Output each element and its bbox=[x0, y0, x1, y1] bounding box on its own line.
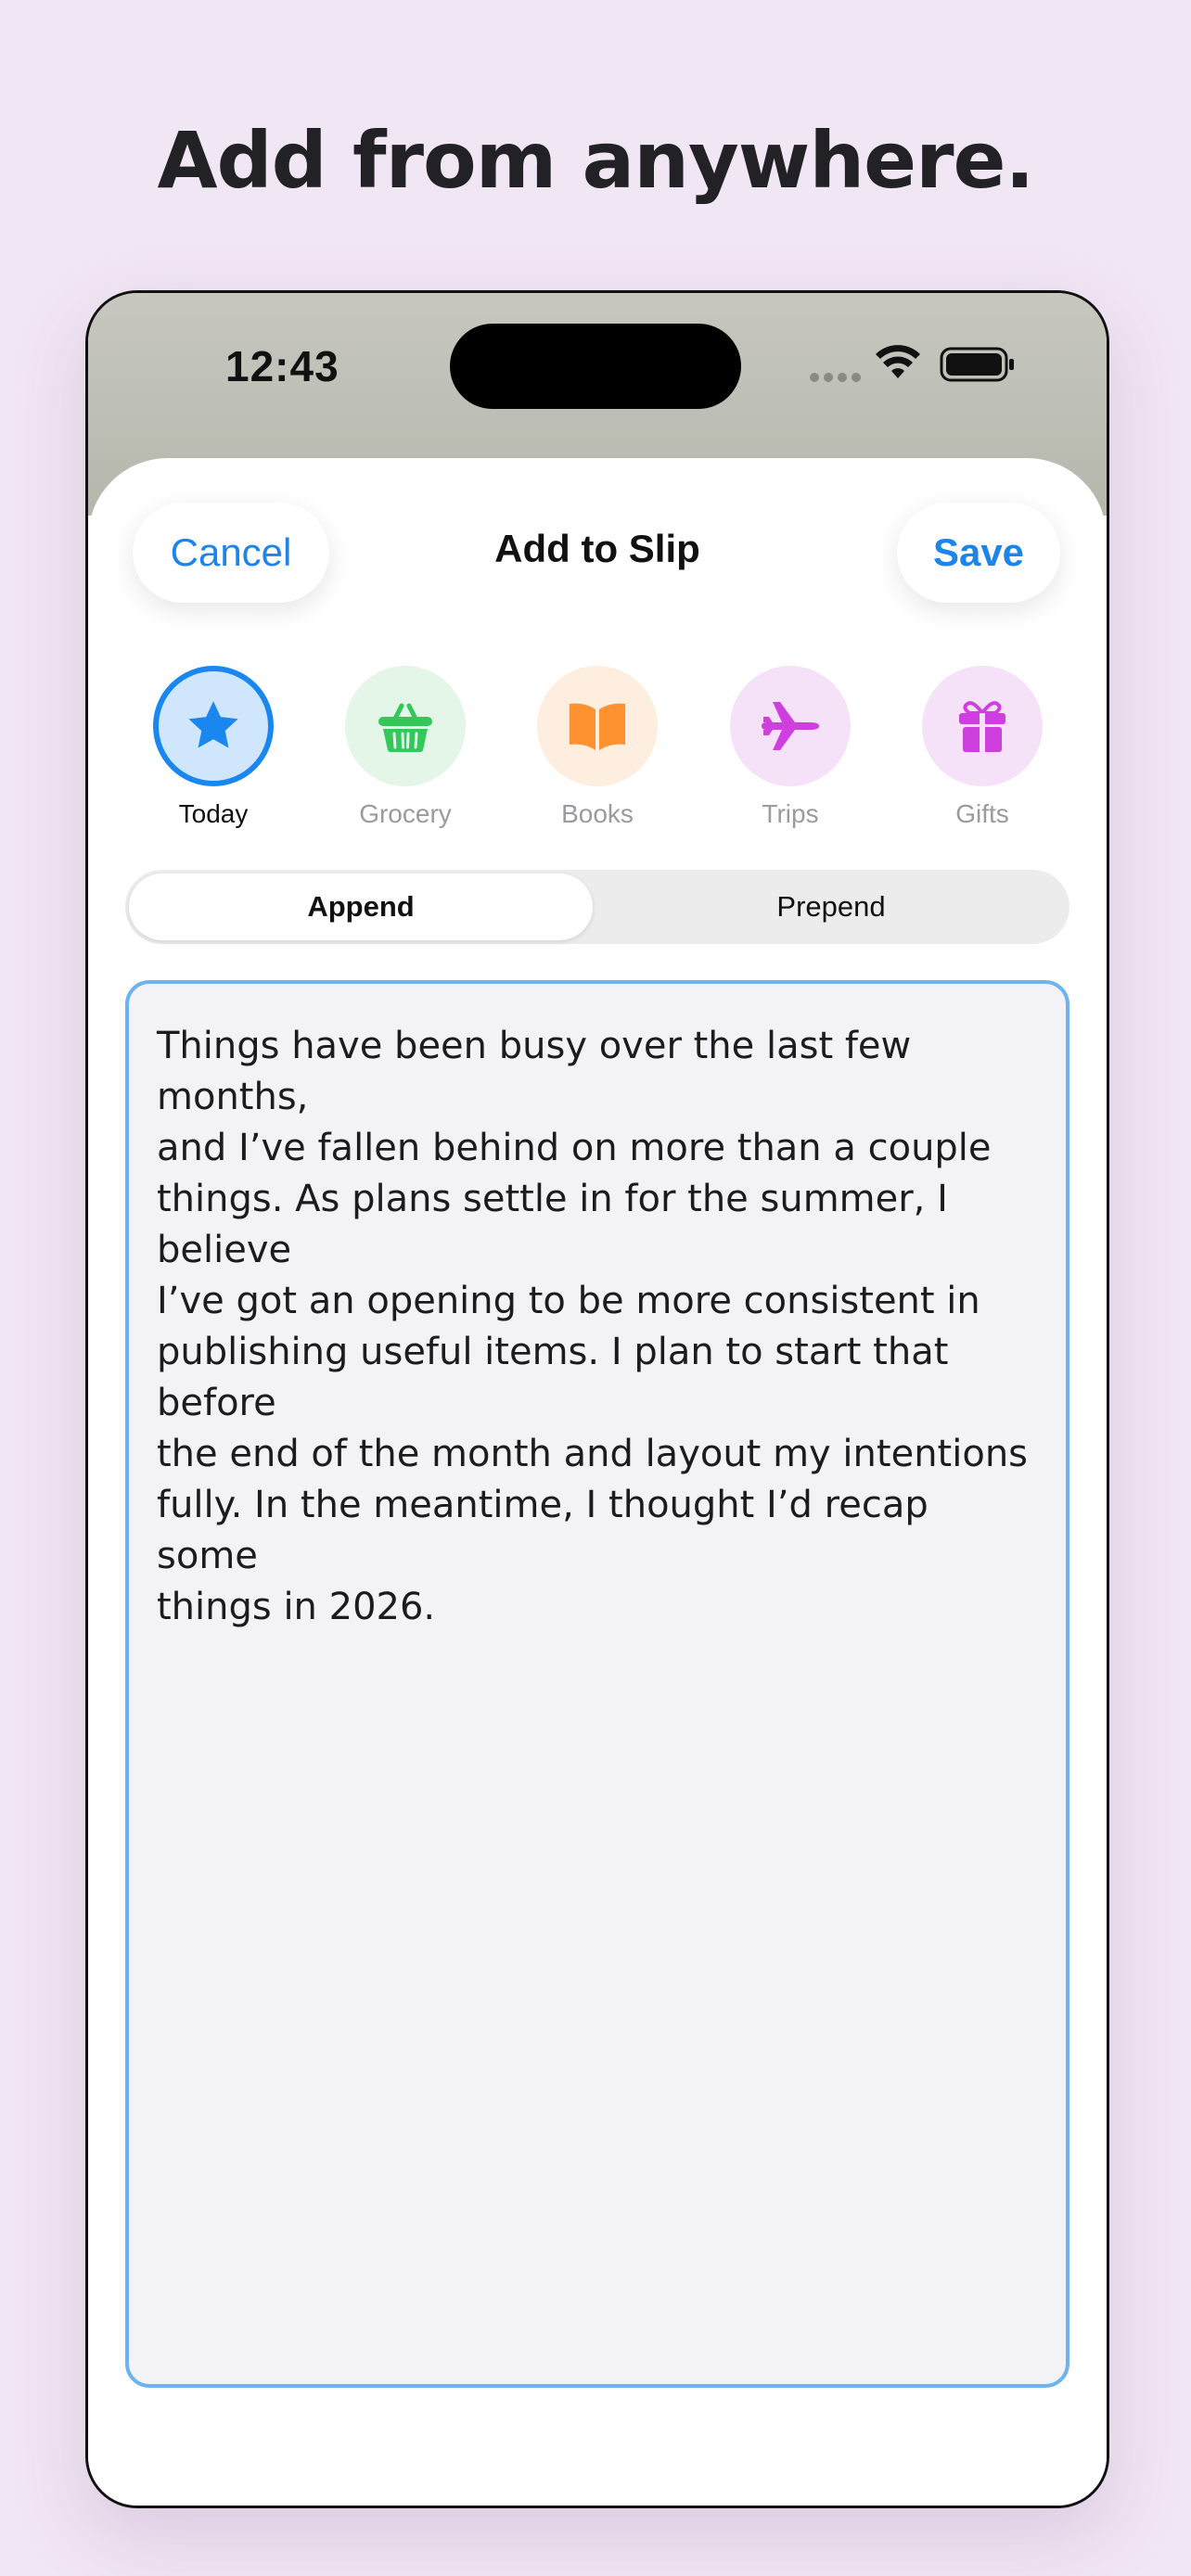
editor-line: publishing useful items. I plan to start… bbox=[157, 1331, 949, 1424]
star-icon bbox=[188, 701, 238, 748]
prepend-segment[interactable]: Prepend bbox=[596, 874, 1066, 940]
cellular-dots-icon bbox=[810, 373, 861, 382]
page-headline: Add from anywhere. bbox=[157, 115, 1035, 206]
gift-icon bbox=[959, 701, 1005, 752]
append-segment[interactable]: Append bbox=[129, 874, 593, 940]
category-circle bbox=[345, 666, 466, 786]
insert-mode-segmented-control: Append Prepend bbox=[125, 870, 1069, 944]
category-label: Gifts bbox=[955, 799, 1009, 828]
cancel-button[interactable]: Cancel bbox=[133, 503, 329, 603]
basket-icon bbox=[378, 703, 432, 752]
category-gifts[interactable]: Gifts bbox=[899, 666, 1066, 829]
editor-line: fully. In the meantime, I thought I’d re… bbox=[157, 1484, 928, 1577]
book-icon bbox=[570, 703, 625, 750]
editor-line: the end of the month and layout my inten… bbox=[157, 1433, 1029, 1475]
airplane-icon bbox=[762, 702, 819, 750]
editor-line: Things have been busy over the last few … bbox=[157, 1025, 912, 1118]
note-text-editor[interactable]: Things have been busy over the last few … bbox=[125, 980, 1069, 2388]
category-label: Books bbox=[561, 799, 634, 828]
category-label: Today bbox=[178, 799, 249, 828]
editor-line: and I’ve fallen behind on more than a co… bbox=[157, 1127, 992, 1169]
phone-frame: 12:43 Cancel Add to Slip Save Today Groc… bbox=[85, 290, 1109, 2508]
dynamic-island bbox=[450, 324, 741, 409]
editor-line: things. As plans settle in for the summe… bbox=[157, 1178, 948, 1271]
category-label: Trips bbox=[762, 799, 819, 828]
category-label: Grocery bbox=[359, 799, 452, 828]
category-today[interactable]: Today bbox=[130, 666, 297, 829]
sheet-title: Add to Slip bbox=[494, 527, 700, 570]
save-button[interactable]: Save bbox=[897, 503, 1060, 603]
wifi-icon bbox=[876, 345, 920, 378]
category-circle bbox=[922, 666, 1043, 786]
status-time: 12:43 bbox=[225, 342, 339, 390]
editor-line: I’ve got an opening to be more consisten… bbox=[157, 1280, 980, 1322]
editor-line: things in 2026. bbox=[157, 1586, 436, 1628]
battery-full-icon bbox=[940, 347, 1014, 382]
category-books[interactable]: Books bbox=[514, 666, 681, 829]
category-circle bbox=[153, 666, 274, 786]
category-circle bbox=[537, 666, 658, 786]
category-grocery[interactable]: Grocery bbox=[322, 666, 489, 829]
category-circle bbox=[730, 666, 851, 786]
category-trips[interactable]: Trips bbox=[707, 666, 874, 829]
